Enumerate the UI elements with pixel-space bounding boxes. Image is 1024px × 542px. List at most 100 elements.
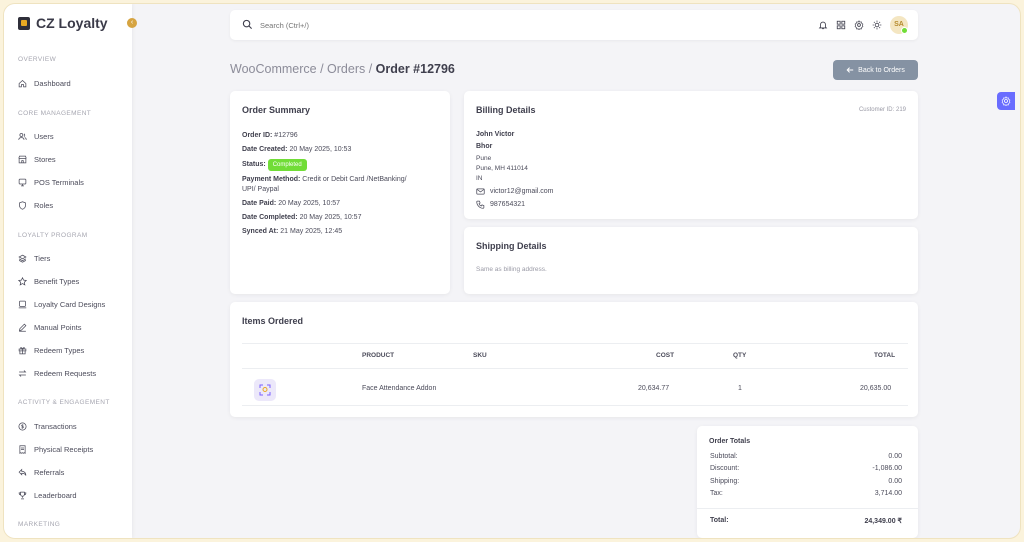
avatar[interactable]: SA — [890, 16, 908, 34]
back-to-orders-button[interactable]: Back to Orders — [833, 60, 918, 80]
date-created-value: 20 May 2025, 10:53 — [289, 146, 352, 153]
grid-apps-icon[interactable] — [836, 20, 846, 30]
table-divider — [242, 368, 908, 369]
sidebar-item-label: Users — [34, 132, 54, 141]
nav-section-activity: ACTIVITY & ENGAGEMENT — [18, 399, 110, 406]
sidebar-item-physical-receipts[interactable]: Physical Receipts — [18, 445, 93, 454]
date-completed-value: 20 May 2025, 10:57 — [299, 214, 362, 221]
date-completed-row: Date Completed: 20 May 2025, 10:57 — [242, 213, 361, 223]
sidebar-item-label: Manual Points — [34, 323, 82, 332]
mail-icon — [476, 188, 485, 195]
back-to-orders-label: Back to Orders — [858, 66, 905, 74]
payment-method-label: Payment Method: — [242, 176, 301, 183]
topbar-actions: SA — [818, 16, 908, 34]
receipt-icon — [19, 445, 26, 454]
breadcrumb-woocommerce[interactable]: WooCommerce — [230, 62, 317, 76]
swap-icon — [18, 370, 27, 377]
synced-at-value: 21 May 2025, 12:45 — [280, 228, 343, 235]
discount-value: -1,086.00 — [872, 465, 902, 472]
billing-email-row: victor12@gmail.com — [476, 187, 554, 196]
payment-method-value: Credit or Debit Card /NetBanking/ — [302, 176, 407, 183]
sidebar-item-redeem-requests[interactable]: Redeem Requests — [18, 369, 96, 378]
shield-icon — [19, 201, 26, 210]
billing-city-line: Pune, MH 411014 — [476, 165, 528, 172]
search-input[interactable] — [260, 18, 460, 32]
sidebar-item-label: Dashboard — [34, 79, 71, 88]
nav-section-loyalty: LOYALTY PROGRAM — [18, 232, 88, 239]
sidebar-collapse-button[interactable]: ‹ — [127, 18, 137, 28]
sidebar-item-label: Redeem Requests — [34, 369, 97, 378]
sidebar-item-tiers[interactable]: Tiers — [18, 254, 50, 263]
table-row-product: Face Attendance Addon — [362, 385, 437, 392]
column-header-total: TOTAL — [874, 352, 896, 359]
bell-icon[interactable] — [818, 20, 828, 30]
home-icon — [18, 79, 27, 88]
billing-city: Pune — [476, 155, 492, 162]
tax-value: 3,714.00 — [874, 490, 902, 497]
trophy-icon — [18, 491, 27, 500]
phone-icon — [476, 200, 485, 209]
breadcrumb: WooCommerce / Orders / Order #12796 — [230, 62, 455, 76]
sun-icon[interactable] — [872, 20, 882, 30]
brand[interactable]: CZ Loyalty — [18, 15, 108, 31]
billing-last-name: Bhor — [476, 143, 493, 150]
sidebar-item-stores[interactable]: Stores — [18, 155, 56, 164]
total-value: 24,349.00 ₹ — [864, 518, 902, 525]
sidebar-item-referrals[interactable]: Referrals — [18, 468, 64, 477]
sidebar-item-loyalty-card-designs[interactable]: Loyalty Card Designs — [18, 300, 105, 309]
layers-icon — [18, 254, 27, 263]
sidebar-item-transactions[interactable]: Transactions — [18, 422, 77, 431]
sidebar-item-label: Tiers — [34, 254, 51, 263]
order-id-row: Order ID: #12796 — [242, 131, 298, 141]
app-frame: CZ Loyalty OVERVIEW Dashboard CORE MANAG… — [3, 3, 1021, 539]
breadcrumb-separator: / — [365, 62, 376, 76]
sidebar: CZ Loyalty OVERVIEW Dashboard CORE MANAG… — [4, 4, 132, 538]
sidebar-item-manual-points[interactable]: Manual Points — [18, 323, 82, 332]
table-row-qty: 1 — [738, 385, 742, 392]
billing-email[interactable]: victor12@gmail.com — [490, 188, 554, 195]
customizer-toggle-button[interactable] — [997, 92, 1015, 110]
sidebar-item-roles[interactable]: Roles — [18, 201, 53, 210]
discount-label: Discount: — [710, 465, 740, 472]
billing-details-title: Billing Details — [476, 105, 536, 115]
sidebar-item-leaderboard[interactable]: Leaderboard — [18, 491, 77, 500]
sidebar-item-label: Leaderboard — [34, 491, 77, 500]
totals-divider — [697, 508, 918, 509]
nav-section-marketing: MARKETING — [18, 521, 61, 528]
sidebar-item-dashboard[interactable]: Dashboard — [18, 79, 71, 88]
billing-phone-row: 987654321 — [476, 200, 525, 209]
sidebar-item-label: Benefit Types — [34, 277, 80, 286]
sidebar-item-benefit-types[interactable]: Benefit Types — [18, 277, 79, 286]
pos-terminal-icon — [18, 178, 27, 187]
sidebar-item-redeem-types[interactable]: Redeem Types — [18, 346, 84, 355]
sidebar-item-label: Referrals — [34, 468, 65, 477]
order-id-value: #12796 — [274, 132, 298, 139]
shipping-details-card: Shipping Details Same as billing address… — [464, 227, 918, 294]
status-row: Status: Completed — [242, 159, 307, 171]
shipping-details-title: Shipping Details — [476, 241, 547, 251]
column-header-qty: QTY — [733, 352, 747, 359]
sidebar-item-users[interactable]: Users — [18, 132, 54, 141]
edit-icon — [19, 323, 27, 332]
billing-first-name: John Victor — [476, 131, 515, 138]
topbar: SA — [230, 10, 918, 40]
sidebar-item-pos-terminals[interactable]: POS Terminals — [18, 178, 84, 187]
sidebar-item-label: POS Terminals — [34, 178, 84, 187]
breadcrumb-orders[interactable]: Orders — [327, 62, 365, 76]
table-divider — [242, 343, 908, 344]
subtotal-label: Subtotal: — [710, 453, 738, 460]
sidebar-item-label: Transactions — [34, 422, 77, 431]
settings-icon[interactable] — [854, 20, 864, 30]
breadcrumb-current: Order #12796 — [375, 62, 455, 76]
status-label: Status: — [242, 161, 266, 168]
billing-country: IN — [476, 175, 483, 182]
users-icon — [18, 133, 27, 140]
status-badge: Completed — [267, 159, 307, 171]
nav-section-core: CORE MANAGEMENT — [18, 110, 92, 117]
billing-phone[interactable]: 987654321 — [490, 201, 525, 208]
brand-logo-icon — [18, 16, 30, 30]
product-thumbnail — [254, 379, 276, 401]
sidebar-item-label: Roles — [34, 201, 54, 210]
nav-section-overview: OVERVIEW — [18, 56, 57, 63]
tax-label: Tax: — [710, 490, 723, 497]
